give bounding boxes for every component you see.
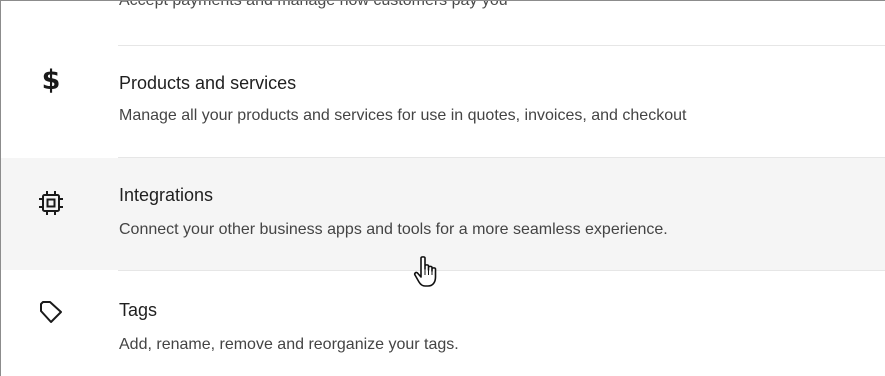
clipped-item-description: Accept payments and manage how customers… (119, 0, 508, 9)
settings-item-title: Tags (119, 300, 158, 320)
settings-item-tags[interactable]: Tags Add, rename, remove and reorganize … (1, 271, 885, 376)
settings-item-products-and-services[interactable]: $ Products and services Manage all your … (1, 46, 885, 158)
settings-item-integrations[interactable]: Integrations Connect your other business… (1, 158, 885, 270)
tag-icon (34, 295, 68, 329)
dollar-icon: $ (41, 64, 61, 96)
settings-item-title: Products and services (119, 73, 297, 93)
settings-item-title: Integrations (119, 185, 214, 205)
settings-list: Accept payments and manage how customers… (0, 0, 885, 376)
settings-item-description: Connect your other business apps and too… (119, 221, 668, 238)
settings-item-description: Manage all your products and services fo… (119, 107, 687, 124)
chip-icon (34, 186, 68, 220)
settings-item-description: Add, rename, remove and reorganize your … (119, 336, 459, 353)
